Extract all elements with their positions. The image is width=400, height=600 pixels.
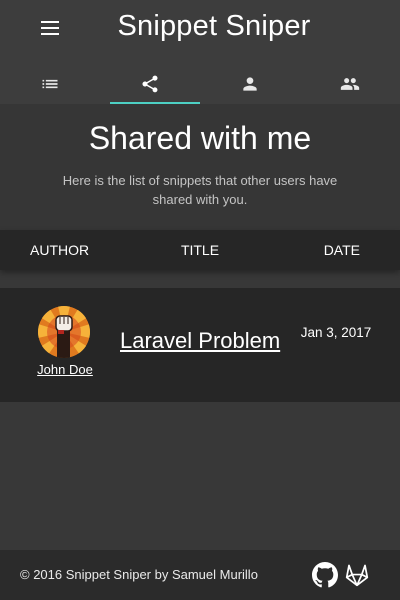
tab-profile[interactable] (200, 64, 300, 104)
top-app-bar: Snippet Sniper (0, 0, 400, 104)
page-title: Shared with me (88, 120, 312, 156)
tab-users[interactable] (300, 64, 400, 104)
app-title: Snippet Sniper (117, 10, 311, 42)
people-icon (340, 78, 360, 90)
author-link[interactable]: John Doe (20, 362, 110, 377)
tab-bar (0, 64, 400, 104)
copyright-text: © 2016 Snippet Sniper by Samuel Murillo (20, 567, 258, 582)
table-row[interactable]: John Doe Laravel Problem Jan 3, 2017 (0, 288, 400, 402)
snippet-date: Jan 3, 2017 (300, 325, 372, 340)
column-header-date: DATE (323, 242, 360, 258)
footer: © 2016 Snippet Sniper by Samuel Murillo (0, 550, 400, 600)
gitlab-icon[interactable] (344, 562, 370, 588)
tab-shared[interactable] (100, 64, 200, 104)
share-icon (142, 75, 158, 93)
raised-fist-avatar-icon[interactable] (38, 306, 90, 358)
github-icon[interactable] (312, 562, 338, 588)
person-icon (243, 77, 257, 91)
list-icon (42, 79, 58, 89)
page-header: Shared with me Here is the list of snipp… (0, 104, 400, 230)
page-subtitle: Here is the list of snippets that other … (62, 173, 338, 207)
table-header: AUTHOR TITLE DATE (0, 230, 400, 270)
snippet-title-link[interactable]: Laravel Problem (120, 328, 282, 354)
tab-snippets[interactable] (0, 64, 100, 104)
